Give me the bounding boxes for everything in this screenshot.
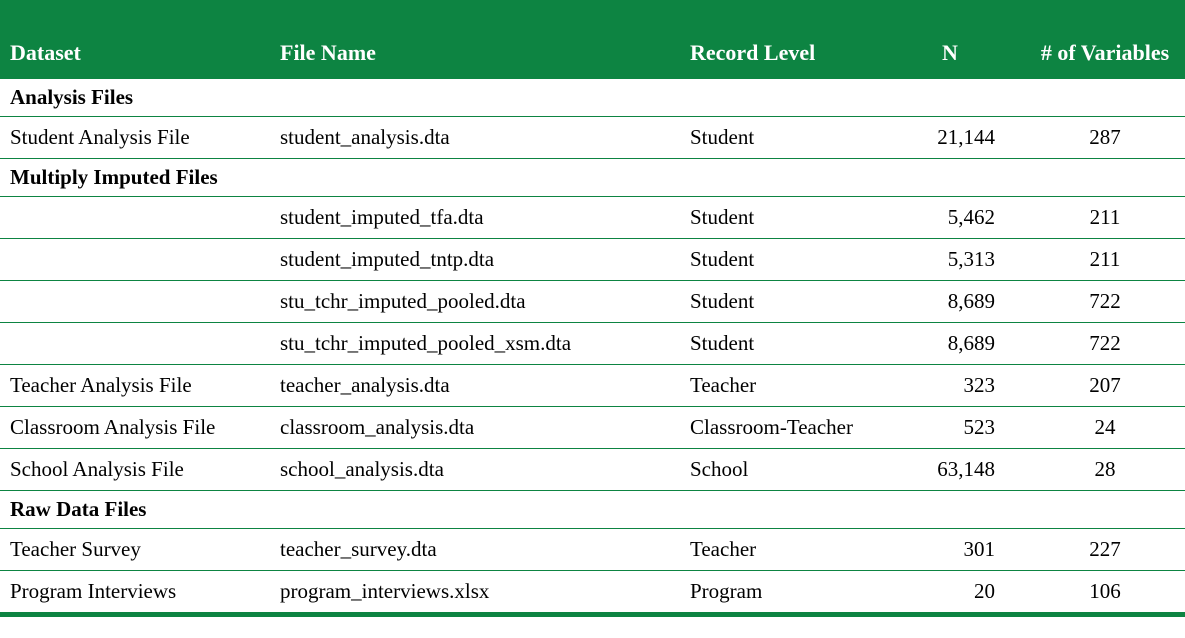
- cell-recordlevel: Student: [680, 239, 875, 281]
- table-header-row: Dataset File Name Record Level N # of Va…: [0, 0, 1185, 78]
- section-header: Raw Data Files: [0, 491, 1185, 529]
- table-row: Classroom Analysis Fileclassroom_analysi…: [0, 407, 1185, 449]
- cell-vars: 207: [1025, 365, 1185, 407]
- cell-dataset: [0, 323, 270, 365]
- cell-recordlevel: Student: [680, 197, 875, 239]
- cell-n: 8,689: [875, 281, 1025, 323]
- table-row: Student Analysis Filestudent_analysis.dt…: [0, 117, 1185, 159]
- cell-dataset: [0, 197, 270, 239]
- section-header: Multiply Imputed Files: [0, 159, 1185, 197]
- cell-recordlevel: Program: [680, 571, 875, 615]
- cell-vars: 24: [1025, 407, 1185, 449]
- cell-recordlevel: Teacher: [680, 365, 875, 407]
- section-title: Multiply Imputed Files: [0, 159, 1185, 197]
- section-title: Raw Data Files: [0, 491, 1185, 529]
- table-row: School Analysis Fileschool_analysis.dtaS…: [0, 449, 1185, 491]
- table-row: student_imputed_tntp.dtaStudent5,313211: [0, 239, 1185, 281]
- cell-recordlevel: Classroom-Teacher: [680, 407, 875, 449]
- cell-dataset: [0, 239, 270, 281]
- cell-n: 523: [875, 407, 1025, 449]
- cell-vars: 211: [1025, 239, 1185, 281]
- cell-vars: 28: [1025, 449, 1185, 491]
- cell-n: 8,689: [875, 323, 1025, 365]
- section-header: Analysis Files: [0, 78, 1185, 117]
- cell-dataset: School Analysis File: [0, 449, 270, 491]
- cell-vars: 211: [1025, 197, 1185, 239]
- cell-recordlevel: School: [680, 449, 875, 491]
- cell-vars: 227: [1025, 529, 1185, 571]
- cell-filename: student_imputed_tntp.dta: [270, 239, 680, 281]
- cell-n: 323: [875, 365, 1025, 407]
- cell-recordlevel: Student: [680, 117, 875, 159]
- section-title: Analysis Files: [0, 78, 1185, 117]
- cell-dataset: Classroom Analysis File: [0, 407, 270, 449]
- cell-recordlevel: Student: [680, 323, 875, 365]
- cell-filename: student_analysis.dta: [270, 117, 680, 159]
- cell-filename: program_interviews.xlsx: [270, 571, 680, 615]
- col-recordlevel: Record Level: [680, 0, 875, 78]
- cell-n: 5,462: [875, 197, 1025, 239]
- table-row: Teacher Analysis Fileteacher_analysis.dt…: [0, 365, 1185, 407]
- cell-filename: teacher_analysis.dta: [270, 365, 680, 407]
- cell-filename: classroom_analysis.dta: [270, 407, 680, 449]
- cell-dataset: Teacher Analysis File: [0, 365, 270, 407]
- cell-filename: student_imputed_tfa.dta: [270, 197, 680, 239]
- cell-vars: 722: [1025, 281, 1185, 323]
- table-row: Program Interviewsprogram_interviews.xls…: [0, 571, 1185, 615]
- cell-filename: stu_tchr_imputed_pooled.dta: [270, 281, 680, 323]
- cell-filename: stu_tchr_imputed_pooled_xsm.dta: [270, 323, 680, 365]
- table-row: Teacher Surveyteacher_survey.dtaTeacher3…: [0, 529, 1185, 571]
- col-dataset: Dataset: [0, 0, 270, 78]
- dataset-table: Dataset File Name Record Level N # of Va…: [0, 0, 1185, 617]
- cell-n: 21,144: [875, 117, 1025, 159]
- cell-filename: teacher_survey.dta: [270, 529, 680, 571]
- cell-dataset: Teacher Survey: [0, 529, 270, 571]
- cell-n: 5,313: [875, 239, 1025, 281]
- cell-recordlevel: Teacher: [680, 529, 875, 571]
- cell-filename: school_analysis.dta: [270, 449, 680, 491]
- table-bottom-rule: [0, 615, 1185, 618]
- cell-vars: 106: [1025, 571, 1185, 615]
- cell-n: 63,148: [875, 449, 1025, 491]
- col-n: N: [875, 0, 1025, 78]
- cell-vars: 287: [1025, 117, 1185, 159]
- table-body: Analysis FilesStudent Analysis Filestude…: [0, 78, 1185, 615]
- table-row: student_imputed_tfa.dtaStudent5,462211: [0, 197, 1185, 239]
- table-row: stu_tchr_imputed_pooled.dtaStudent8,6897…: [0, 281, 1185, 323]
- cell-dataset: Program Interviews: [0, 571, 270, 615]
- cell-n: 20: [875, 571, 1025, 615]
- cell-dataset: Student Analysis File: [0, 117, 270, 159]
- col-vars: # of Variables: [1025, 0, 1185, 78]
- cell-recordlevel: Student: [680, 281, 875, 323]
- table-row: stu_tchr_imputed_pooled_xsm.dtaStudent8,…: [0, 323, 1185, 365]
- cell-vars: 722: [1025, 323, 1185, 365]
- cell-dataset: [0, 281, 270, 323]
- col-filename: File Name: [270, 0, 680, 78]
- cell-n: 301: [875, 529, 1025, 571]
